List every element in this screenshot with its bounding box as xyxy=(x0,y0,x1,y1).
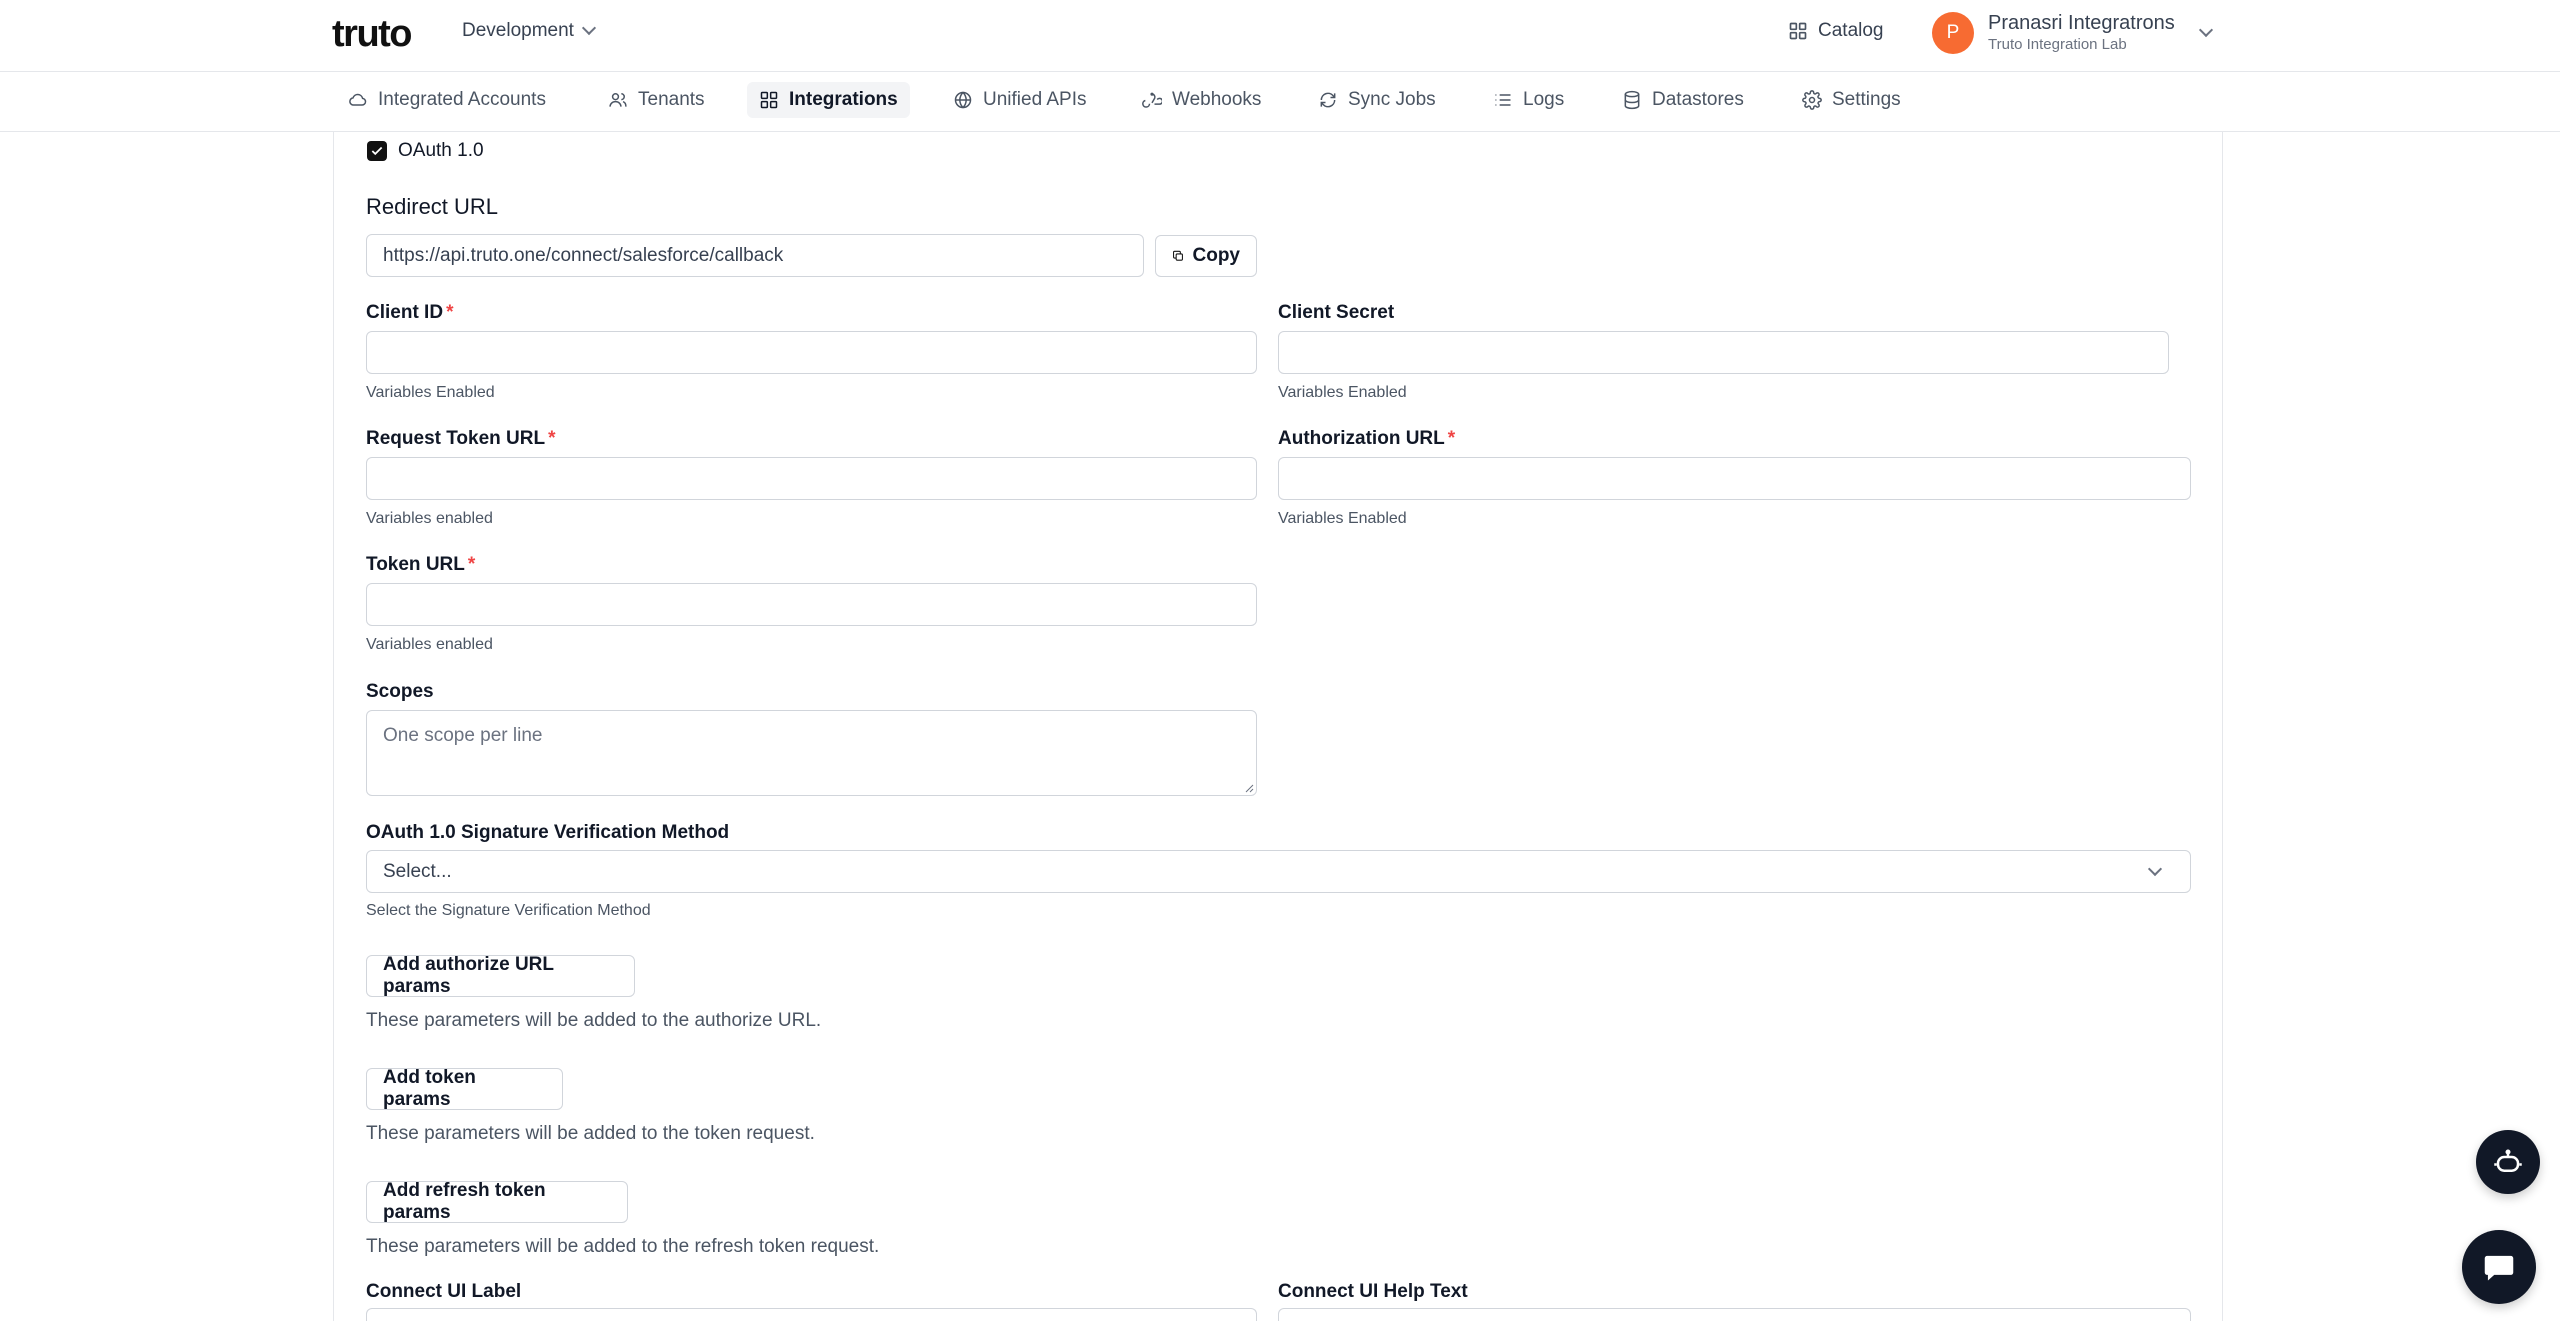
chat-icon xyxy=(2484,1255,2514,1281)
token-url-field[interactable] xyxy=(366,583,1257,626)
token-url-hint: Variables enabled xyxy=(366,636,493,653)
resize-handle-icon[interactable] xyxy=(1244,783,1254,793)
scopes-placeholder: One scope per line xyxy=(383,725,543,746)
chevron-down-icon xyxy=(581,20,597,36)
add-authorize-params-button[interactable]: Add authorize URL params xyxy=(366,954,635,997)
signature-method-select[interactable]: Select... xyxy=(366,850,2191,893)
copy-button[interactable]: Copy xyxy=(1155,235,1257,277)
button-label: Add refresh token params xyxy=(383,1180,546,1223)
chat-button[interactable] xyxy=(2462,1230,2536,1304)
signature-method-hint: Select the Signature Verification Method xyxy=(366,902,651,919)
tab-label: Tenants xyxy=(638,89,705,110)
grid-icon xyxy=(1789,22,1807,40)
authorize-params-hint: These parameters will be added to the au… xyxy=(366,1010,822,1031)
token-url-label: Token URL * xyxy=(366,554,476,575)
redirect-url-title: Redirect URL xyxy=(366,194,499,219)
authorization-url-field[interactable] xyxy=(1278,457,2191,500)
globe-icon xyxy=(954,91,972,109)
tab-label: Logs xyxy=(1523,89,1565,110)
scopes-textarea[interactable]: One scope per line xyxy=(366,710,1257,796)
connect-ui-label-field[interactable] xyxy=(366,1308,1257,1321)
oauth-checkbox[interactable] xyxy=(367,141,387,161)
tab-label: Settings xyxy=(1832,89,1901,110)
user-menu[interactable]: P Pranasri Integratrons Truto Integratio… xyxy=(1932,11,2213,55)
cloud-icon xyxy=(349,93,367,106)
connect-ui-label-label: Connect UI Label xyxy=(366,1281,522,1302)
connect-ui-help-field[interactable] xyxy=(1278,1308,2191,1321)
token-params-hint: These parameters will be added to the to… xyxy=(366,1123,815,1144)
bot-icon xyxy=(2494,1149,2522,1172)
authorization-url-label: Authorization URL * xyxy=(1278,428,1456,449)
signature-method-placeholder: Select... xyxy=(383,860,452,882)
tab-label: Unified APIs xyxy=(983,89,1087,110)
connect-ui-help-label: Connect UI Help Text xyxy=(1278,1281,1468,1302)
copy-icon xyxy=(1173,250,1183,261)
redirect-url-field[interactable]: https://api.truto.one/connect/salesforce… xyxy=(366,234,1144,277)
tab-webhooks[interactable]: Webhooks xyxy=(1130,82,1273,118)
tab-label: Datastores xyxy=(1652,89,1744,110)
client-secret-label: Client Secret xyxy=(1278,302,1395,323)
logo-text: truto xyxy=(332,13,413,55)
gear-icon xyxy=(1802,90,1822,110)
users-icon xyxy=(609,93,627,107)
tab-settings[interactable]: Settings xyxy=(1790,82,1913,118)
sync-icon xyxy=(1320,92,1336,108)
catalog-label: Catalog xyxy=(1818,20,1884,41)
request-token-url-field[interactable] xyxy=(366,457,1257,500)
tab-label: Webhooks xyxy=(1172,89,1262,110)
tab-logs[interactable]: Logs xyxy=(1481,82,1576,118)
tab-unified-apis[interactable]: Unified APIs xyxy=(941,82,1099,118)
button-label: Add token params xyxy=(383,1067,476,1110)
button-label: Add authorize URL params xyxy=(383,954,554,997)
chevron-down-icon xyxy=(2198,22,2213,37)
client-secret-field[interactable] xyxy=(1278,331,2169,374)
tab-integrations[interactable]: Integrations xyxy=(747,82,910,118)
chevron-down-icon xyxy=(2147,861,2163,876)
tab-sync-jobs[interactable]: Sync Jobs xyxy=(1306,82,1448,118)
add-token-params-button[interactable]: Add token params xyxy=(366,1067,563,1110)
catalog-button[interactable]: Catalog xyxy=(1788,20,1884,42)
top-header: truto Development Catalog P Pranasri Int… xyxy=(0,0,2560,72)
request-token-url-hint: Variables enabled xyxy=(366,510,493,527)
avatar: P xyxy=(1932,11,1974,54)
tab-datastores[interactable]: Datastores xyxy=(1610,82,1756,118)
client-id-field[interactable] xyxy=(366,331,1257,374)
environment-selector[interactable]: Development xyxy=(462,20,597,42)
check-icon xyxy=(371,146,383,156)
tab-label: Integrations xyxy=(789,89,898,110)
environment-label: Development xyxy=(462,20,574,41)
redirect-url-value: https://api.truto.one/connect/salesforce… xyxy=(383,244,784,266)
tab-integrated-accounts[interactable]: Integrated Accounts xyxy=(336,82,558,118)
authorization-url-hint: Variables Enabled xyxy=(1278,510,1407,527)
webhook-icon xyxy=(1142,92,1162,108)
tab-tenants[interactable]: Tenants xyxy=(596,82,717,118)
assistant-bot-button[interactable] xyxy=(2476,1130,2540,1194)
truto-logo[interactable]: truto xyxy=(332,13,413,55)
tab-label: Integrated Accounts xyxy=(378,89,546,110)
list-icon xyxy=(1495,94,1511,106)
refresh-params-hint: These parameters will be added to the re… xyxy=(366,1236,880,1257)
oauth-checkbox-label: OAuth 1.0 xyxy=(398,140,484,161)
user-org: Truto Integration Lab xyxy=(1988,36,2127,53)
request-token-url-label: Request Token URL * xyxy=(366,428,556,449)
user-name: Pranasri Integratrons xyxy=(1988,12,2175,34)
tab-label: Sync Jobs xyxy=(1348,89,1436,110)
add-refresh-token-params-button[interactable]: Add refresh token params xyxy=(366,1180,628,1223)
scopes-label: Scopes xyxy=(366,681,434,702)
copy-label: Copy xyxy=(1192,245,1241,266)
client-secret-hint: Variables Enabled xyxy=(1278,384,1407,401)
database-icon xyxy=(1624,90,1640,110)
client-id-label: Client ID * xyxy=(366,302,454,323)
client-id-hint: Variables Enabled xyxy=(366,384,495,401)
main-nav: Integrated Accounts Tenants Integrations… xyxy=(0,72,2560,132)
signature-method-label: OAuth 1.0 Signature Verification Method xyxy=(366,822,730,843)
grid-icon xyxy=(760,91,778,109)
